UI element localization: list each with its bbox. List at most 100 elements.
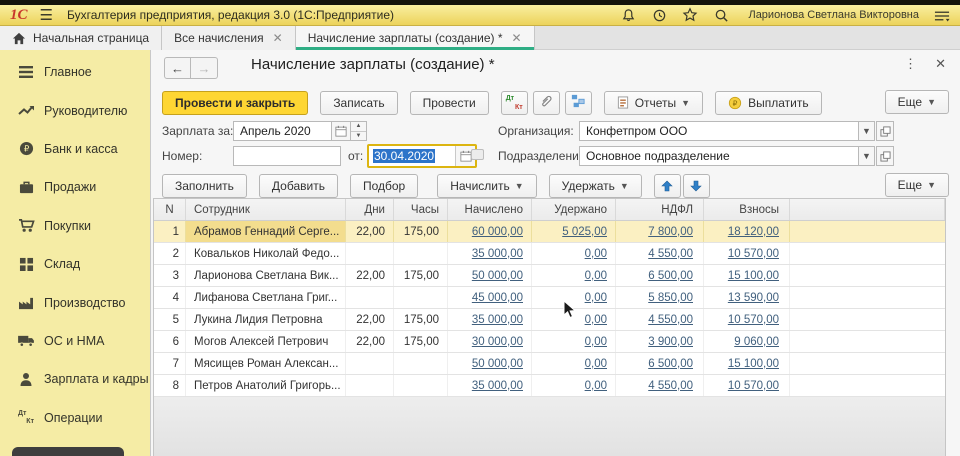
- accrue-button[interactable]: Начислить ▼: [437, 174, 536, 198]
- cell-ndfl[interactable]: 7 800,00: [616, 221, 704, 242]
- cell-withheld[interactable]: 0,00: [532, 243, 616, 264]
- organization-open-link-button[interactable]: [876, 121, 894, 141]
- amount-link[interactable]: 35 000,00: [472, 314, 523, 326]
- toolbar-more-button[interactable]: Еще ▼: [885, 90, 949, 114]
- table-row[interactable]: 4Лифанова Светлана Григ...45 000,000,005…: [154, 287, 945, 309]
- cell-days[interactable]: 22,00: [346, 221, 394, 242]
- spinner-up-icon[interactable]: ▲: [351, 122, 366, 132]
- cell-hours[interactable]: 175,00: [394, 331, 448, 352]
- cell-hours[interactable]: 175,00: [394, 265, 448, 286]
- amount-link[interactable]: 0,00: [585, 292, 607, 304]
- cell-n[interactable]: 8: [154, 375, 186, 396]
- notifications-bell-icon[interactable]: [620, 7, 636, 23]
- column-header-0[interactable]: N: [154, 199, 186, 220]
- sidebar-item-0[interactable]: Главное: [0, 53, 150, 91]
- sidebar-item-3[interactable]: Продажи: [0, 168, 150, 206]
- cell-days[interactable]: [346, 375, 394, 396]
- fill-button[interactable]: Заполнить: [162, 174, 247, 198]
- amount-link[interactable]: 10 570,00: [728, 380, 779, 392]
- cell-name[interactable]: Лифанова Светлана Григ...: [186, 287, 346, 308]
- cell-hours[interactable]: [394, 287, 448, 308]
- favorites-star-icon[interactable]: [682, 7, 698, 23]
- sidebar-item-1[interactable]: Руководителю: [0, 91, 150, 129]
- cell-name[interactable]: Могов Алексей Петрович: [186, 331, 346, 352]
- amount-link[interactable]: 0,00: [585, 358, 607, 370]
- move-row-down-button[interactable]: [683, 174, 710, 198]
- amount-link[interactable]: 18 120,00: [728, 226, 779, 238]
- cell-accrued[interactable]: 35 000,00: [448, 375, 532, 396]
- cell-n[interactable]: 1: [154, 221, 186, 242]
- amount-link[interactable]: 6 500,00: [648, 270, 693, 282]
- table-row[interactable]: 8Петров Анатолий Григорь...35 000,000,00…: [154, 375, 945, 397]
- dtkt-postings-button[interactable]: ДтКт: [501, 91, 528, 115]
- sidebar-item-7[interactable]: ОС и НМА: [0, 322, 150, 360]
- cell-name[interactable]: Ковальков Николай Федо...: [186, 243, 346, 264]
- cell-accrued[interactable]: 35 000,00: [448, 243, 532, 264]
- cell-ndfl[interactable]: 4 550,00: [616, 243, 704, 264]
- amount-link[interactable]: 50 000,00: [472, 358, 523, 370]
- related-documents-button[interactable]: [565, 91, 592, 115]
- cell-hours[interactable]: 175,00: [394, 309, 448, 330]
- back-button[interactable]: ←: [164, 57, 191, 79]
- department-dropdown-button[interactable]: ▼: [858, 146, 875, 166]
- cell-ndfl[interactable]: 6 500,00: [616, 265, 704, 286]
- amount-link[interactable]: 10 570,00: [728, 248, 779, 260]
- amount-link[interactable]: 0,00: [585, 314, 607, 326]
- move-row-up-button[interactable]: [654, 174, 681, 198]
- table-row[interactable]: 2Ковальков Николай Федо... 35 000,00 0,00 4…: [154, 243, 945, 265]
- cell-n[interactable]: 3: [154, 265, 186, 286]
- amount-link[interactable]: 9 060,00: [734, 336, 779, 348]
- table-row[interactable]: 1Абрамов Геннадий Серге...22,00175,0060 …: [154, 221, 945, 243]
- withhold-button[interactable]: Удержать ▼: [549, 174, 642, 198]
- table-row[interactable]: 5Лукина Лидия Петровна22,00175,0035 000,…: [154, 309, 945, 331]
- cell-ndfl[interactable]: 4 550,00: [616, 309, 704, 330]
- cell-ndfl[interactable]: 6 500,00: [616, 353, 704, 374]
- cell-contributions[interactable]: 15 100,00: [704, 265, 790, 286]
- cell-contributions[interactable]: 10 570,00: [704, 243, 790, 264]
- column-header-7[interactable]: Взносы: [704, 199, 790, 220]
- cell-days[interactable]: 22,00: [346, 265, 394, 286]
- amount-link[interactable]: 0,00: [585, 336, 607, 348]
- pay-button[interactable]: ₽ Выплатить: [715, 91, 822, 115]
- pick-button[interactable]: Подбор: [350, 174, 418, 198]
- cell-n[interactable]: 4: [154, 287, 186, 308]
- sidebar-item-5[interactable]: Склад: [0, 245, 150, 283]
- organization-dropdown-button[interactable]: ▼: [858, 121, 875, 141]
- date-input[interactable]: 30.04.2020: [369, 146, 455, 166]
- department-input[interactable]: Основное подразделение: [579, 146, 859, 166]
- cell-ndfl[interactable]: 4 550,00: [616, 375, 704, 396]
- search-icon[interactable]: [713, 7, 729, 23]
- cell-n[interactable]: 2: [154, 243, 186, 264]
- amount-link[interactable]: 0,00: [585, 248, 607, 260]
- cell-contributions[interactable]: 10 570,00: [704, 375, 790, 396]
- amount-link[interactable]: 35 000,00: [472, 380, 523, 392]
- cell-accrued[interactable]: 60 000,00: [448, 221, 532, 242]
- save-button[interactable]: Записать: [320, 91, 397, 115]
- number-input[interactable]: [233, 146, 341, 166]
- cell-days[interactable]: [346, 353, 394, 374]
- amount-link[interactable]: 30 000,00: [472, 336, 523, 348]
- amount-link[interactable]: 3 900,00: [648, 336, 693, 348]
- amount-link[interactable]: 4 550,00: [648, 314, 693, 326]
- cell-hours[interactable]: [394, 353, 448, 374]
- amount-link[interactable]: 60 000,00: [472, 226, 523, 238]
- tab-0[interactable]: Начальная страница: [0, 26, 162, 50]
- post-and-close-button[interactable]: Провести и закрыть: [162, 91, 308, 115]
- cell-accrued[interactable]: 50 000,00: [448, 265, 532, 286]
- cell-accrued[interactable]: 30 000,00: [448, 331, 532, 352]
- cell-contributions[interactable]: 13 590,00: [704, 287, 790, 308]
- cell-n[interactable]: 6: [154, 331, 186, 352]
- column-header-2[interactable]: Дни: [346, 199, 394, 220]
- cell-ndfl[interactable]: 5 850,00: [616, 287, 704, 308]
- column-header-4[interactable]: Начислено: [448, 199, 532, 220]
- cell-withheld[interactable]: 5 025,00: [532, 221, 616, 242]
- cell-withheld[interactable]: 0,00: [532, 353, 616, 374]
- sidebar-item-8[interactable]: Зарплата и кадры: [0, 360, 150, 398]
- amount-link[interactable]: 6 500,00: [648, 358, 693, 370]
- cell-name[interactable]: Лукина Лидия Петровна: [186, 309, 346, 330]
- organization-input[interactable]: Конфетпром ООО: [579, 121, 859, 141]
- amount-link[interactable]: 13 590,00: [728, 292, 779, 304]
- current-user-name[interactable]: Ларионова Светлана Викторовна: [748, 9, 919, 21]
- attachments-button[interactable]: [533, 91, 560, 115]
- amount-link[interactable]: 0,00: [585, 380, 607, 392]
